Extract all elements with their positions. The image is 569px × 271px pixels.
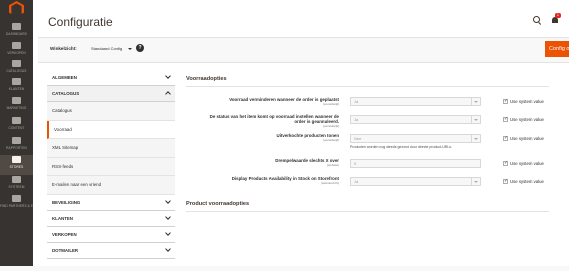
help-icon[interactable]: ?	[136, 44, 144, 52]
nav-klanten[interactable]: KLANTEN	[0, 77, 33, 97]
use-system-value-label: Use system value	[510, 161, 544, 166]
use-system-value-label: Use system value	[510, 179, 544, 184]
magento-logo-icon[interactable]	[9, 1, 24, 14]
nav-systeem[interactable]: SYSTEEM	[0, 175, 33, 195]
show-out-of-stock-select[interactable]: Nee	[350, 134, 481, 143]
megaphone-icon	[12, 97, 21, 104]
scope-hint: [websitezicht]	[320, 181, 339, 185]
use-system-value-label: Use system value	[510, 117, 544, 122]
cancel-status-select[interactable]: Ja	[350, 115, 481, 124]
chevron-down-icon	[128, 48, 132, 50]
tab-item-voorraad[interactable]: Voorraad	[47, 120, 175, 139]
gear-icon	[12, 176, 21, 183]
use-system-value-label: Use system value	[510, 136, 544, 141]
scope-hint: [wereldwijd]	[323, 124, 339, 128]
nav-verkopen[interactable]: VERKOPEN	[0, 41, 33, 61]
dashboard-icon	[12, 23, 21, 30]
chevron-down-icon	[471, 178, 480, 185]
chevron-down-icon	[165, 73, 171, 79]
chevron-up-icon	[165, 91, 171, 97]
scope-hint: [wereldwijd]	[323, 102, 339, 106]
field-note: Producten worden nog steeds gezond door …	[350, 145, 452, 149]
tab-klanten[interactable]: KLANTEN	[47, 210, 175, 227]
nav-catalogus[interactable]: CATALOGUS	[0, 59, 33, 79]
tab-beveiliging[interactable]: BEVEILIGING	[47, 194, 175, 211]
page-title: Configuratie	[48, 15, 113, 29]
use-system-value-checkbox[interactable]: ✓	[503, 179, 508, 184]
chevron-down-icon	[471, 135, 480, 142]
chevron-down-icon	[165, 245, 171, 252]
store-view-dropdown[interactable]: Standaard Config	[91, 44, 134, 54]
use-system-value-checkbox[interactable]: ✓	[503, 99, 508, 104]
chevron-down-icon	[471, 98, 480, 105]
nav-stores[interactable]: STORES	[0, 155, 33, 175]
nav-rapporten[interactable]: RAPPORTEN	[0, 136, 33, 156]
threshold-input[interactable]: 0	[350, 159, 481, 168]
tab-item-xml-sitemap[interactable]: XML Sitemap	[47, 139, 175, 158]
store-icon	[12, 156, 21, 163]
footer-strip	[0, 266, 569, 271]
bar-chart-icon	[12, 137, 21, 144]
box-icon	[12, 60, 21, 67]
section-divider	[186, 211, 549, 212]
use-system-value-label: Use system value	[510, 99, 544, 104]
tab-item-email-vriend[interactable]: E-mailen naar een vriend	[47, 176, 175, 195]
store-view-label: Winkelzicht:	[50, 46, 77, 51]
chevron-down-icon	[471, 116, 480, 123]
nav-find-partners[interactable]: FIND PARTNERS & EXTENSIONS	[0, 194, 33, 214]
use-system-value-checkbox[interactable]: ✓	[503, 136, 508, 141]
section-title-product-voorraadopties[interactable]: Product voorraadopties	[186, 201, 249, 207]
puzzle-icon	[12, 195, 21, 202]
nav-content[interactable]: CONTENT	[0, 116, 33, 136]
nav-marketing[interactable]: MARKETING	[0, 96, 33, 116]
tab-verkopen[interactable]: VERKOPEN	[47, 226, 175, 243]
field-label: De status van het item komt op voorraad …	[209, 114, 339, 124]
layout-icon	[12, 117, 21, 124]
config-tabs: ALGEMEEN CATALOGUS Catalogus Voorraad XM…	[47, 70, 175, 259]
tab-item-rss-feeds[interactable]: RSS-feeds	[47, 157, 175, 176]
notification-count-badge: 1	[555, 13, 561, 18]
person-icon	[12, 78, 21, 85]
use-system-value-checkbox[interactable]: ✓	[503, 161, 508, 166]
use-system-value-checkbox[interactable]: ✓	[503, 117, 508, 122]
dollar-icon	[12, 42, 21, 49]
nav-dashboard[interactable]: DASHBOARD	[0, 22, 33, 42]
decrease-stock-select[interactable]: Ja	[350, 97, 481, 106]
tab-catalogus[interactable]: CATALOGUS	[47, 86, 175, 102]
scope-hint: [wereldwijd]	[323, 138, 339, 142]
save-config-button[interactable]: Config o	[545, 41, 569, 57]
section-title-voorraadopties[interactable]: Voorraadopties	[186, 76, 227, 82]
chevron-down-icon	[165, 229, 171, 236]
tab-item-catalogus[interactable]: Catalogus	[47, 102, 175, 121]
chevron-down-icon	[165, 197, 171, 204]
store-view-value: Standaard Config	[91, 46, 123, 51]
display-availability-select[interactable]: Ja	[350, 177, 481, 186]
tab-algemeen[interactable]: ALGEMEEN	[47, 70, 175, 86]
store-view-switcher-bar: Winkelzicht: Standaard Config ?	[38, 37, 569, 63]
admin-sidebar: DASHBOARD VERKOPEN CATALOGUS KLANTEN MAR…	[0, 0, 33, 271]
chevron-down-icon	[165, 213, 171, 220]
section-divider	[186, 86, 549, 87]
scope-hint: [website]	[327, 163, 339, 167]
tab-dotmailer[interactable]: DOTMAILER	[47, 242, 175, 259]
search-icon[interactable]	[533, 16, 540, 23]
